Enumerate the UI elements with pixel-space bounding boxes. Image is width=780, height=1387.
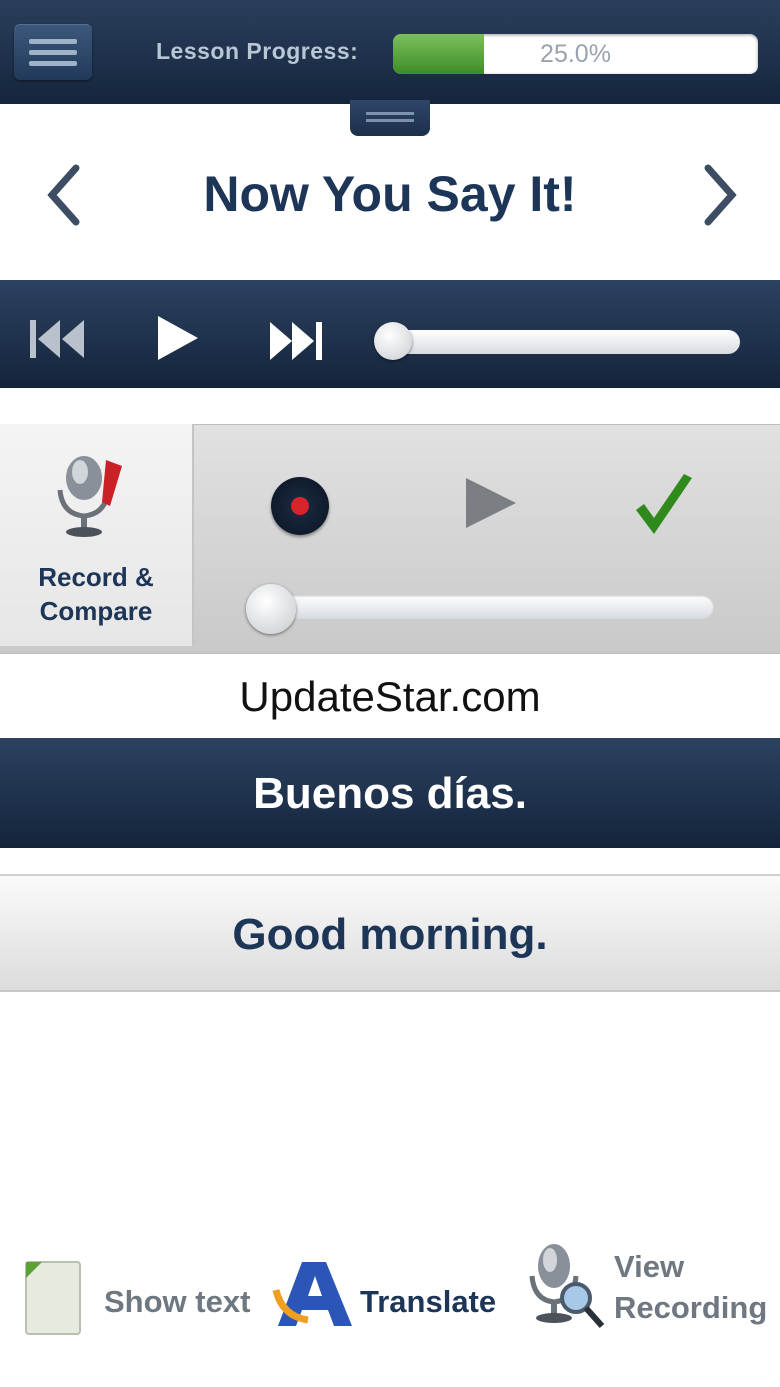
play-icon: [466, 478, 516, 528]
record-compare-label: Record & Compare: [0, 560, 192, 628]
translate-label: Translate: [360, 1284, 497, 1319]
pull-down-handle[interactable]: [350, 100, 430, 136]
checkmark-icon: [636, 474, 692, 534]
confirm-button[interactable]: [632, 474, 696, 549]
next-arrow-button[interactable]: [702, 160, 742, 241]
lesson-progress-bar: 25.0%: [393, 34, 758, 74]
menu-icon-line: [29, 50, 77, 55]
target-phrase: Buenos días.: [0, 738, 780, 848]
progress-label: Lesson Progress:: [156, 38, 359, 64]
record-label-line2: Compare: [39, 596, 153, 626]
play-icon: [158, 316, 198, 360]
microphone-search-icon: [529, 1244, 605, 1328]
chevron-left-icon: [47, 164, 80, 226]
audio-seek-knob[interactable]: [374, 322, 412, 360]
skip-back-button[interactable]: [28, 316, 86, 366]
skip-forward-button[interactable]: [268, 318, 326, 368]
record-button[interactable]: [271, 477, 329, 535]
skip-back-icon: [30, 320, 84, 358]
play-button[interactable]: [154, 312, 202, 362]
menu-icon-line: [29, 39, 77, 44]
show-text-label: Show text: [104, 1284, 251, 1319]
microphone-icon: [57, 456, 122, 537]
translation-phrase: Good morning.: [0, 874, 780, 992]
previous-arrow-button[interactable]: [42, 160, 82, 241]
progress-text: 25.0%: [540, 40, 611, 68]
menu-icon-line: [29, 61, 77, 66]
recording-seek-track[interactable]: [252, 595, 714, 619]
recording-seek-knob[interactable]: [246, 584, 296, 634]
watermark-text: UpdateStar.com: [239, 673, 541, 720]
record-compare-tab[interactable]: Record & Compare: [0, 424, 194, 646]
handle-line: [366, 119, 414, 122]
view-recording-label-line2: Recording: [614, 1290, 768, 1325]
menu-button[interactable]: [14, 24, 92, 80]
page-title: Now You Say It!: [203, 166, 577, 222]
chevron-right-icon: [704, 164, 737, 226]
record-label-line1: Record &: [38, 562, 154, 592]
handle-line: [366, 112, 414, 115]
skip-forward-icon: [270, 322, 322, 360]
play-recording-button[interactable]: [462, 474, 520, 537]
translate-icon: [272, 1262, 352, 1326]
audio-seek-track[interactable]: [380, 330, 740, 354]
document-icon: [25, 1261, 81, 1335]
view-recording-label: View Recording: [614, 1246, 767, 1328]
view-recording-label-line1: View: [614, 1249, 685, 1284]
